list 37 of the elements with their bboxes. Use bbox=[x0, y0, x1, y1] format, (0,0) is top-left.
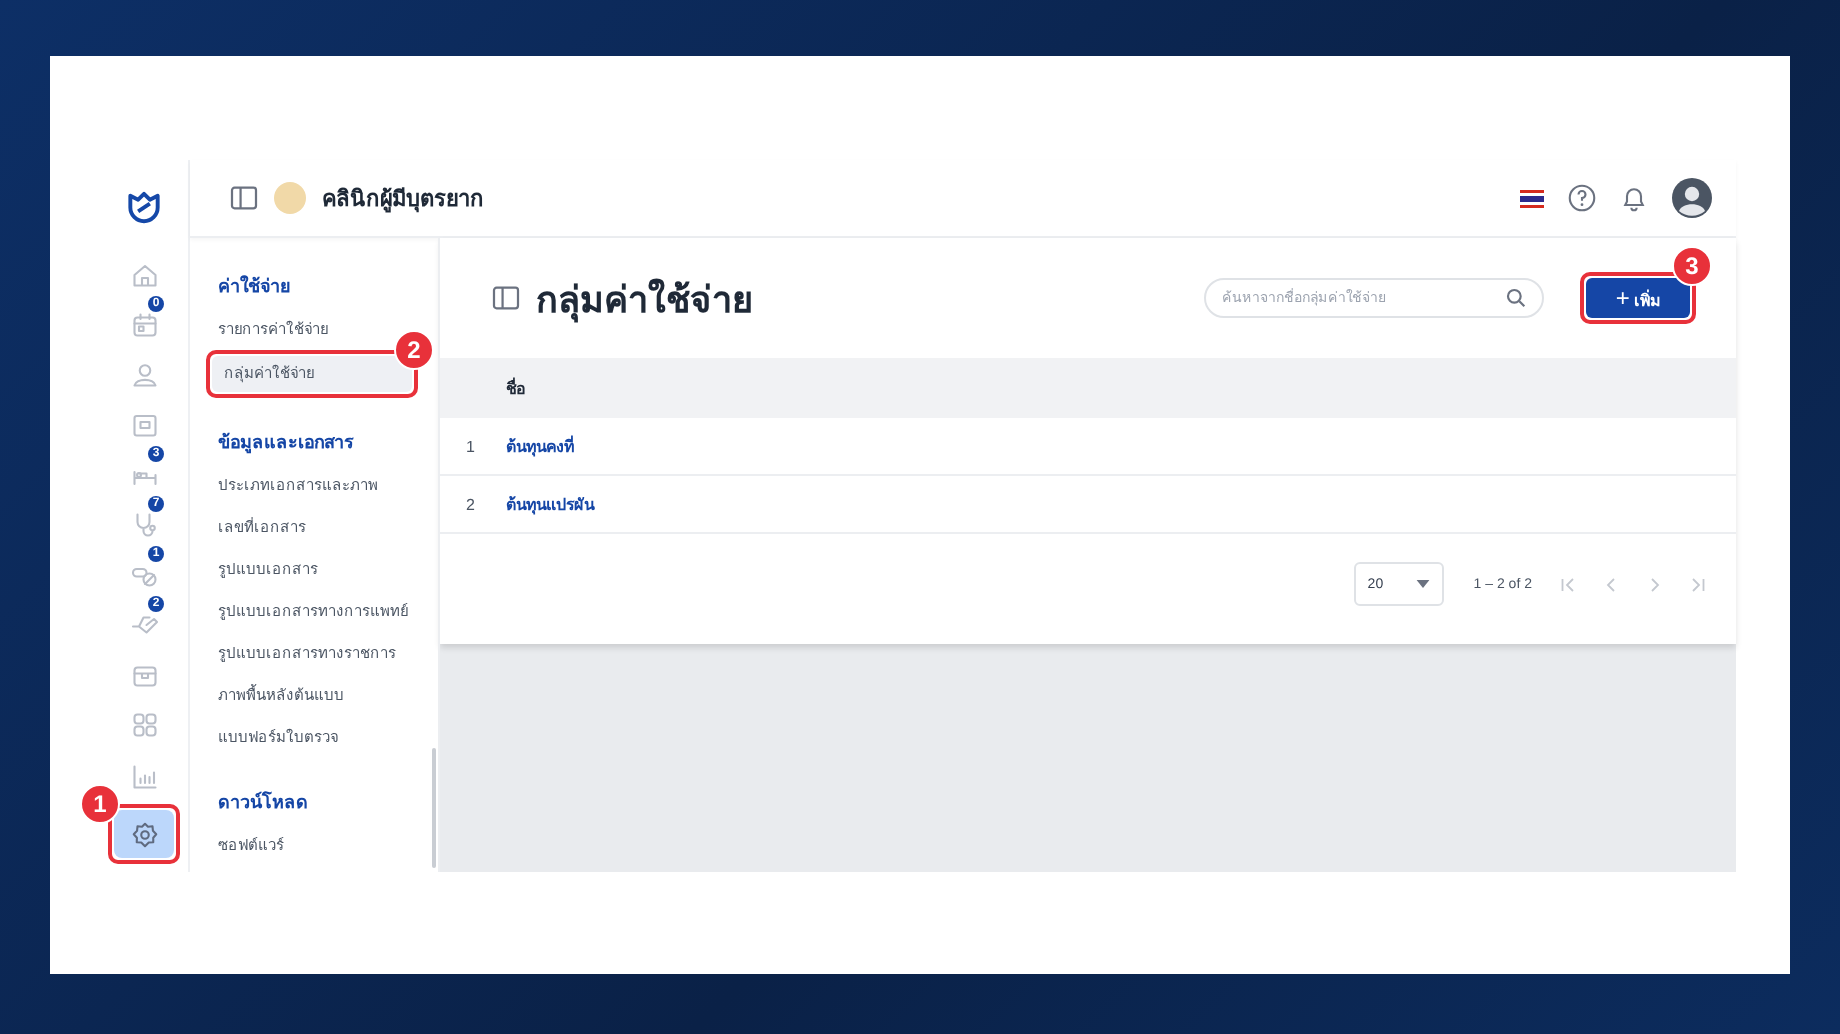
row-number: 1 bbox=[464, 437, 477, 455]
menu-section-title: ดาวน์โหลด bbox=[216, 789, 310, 816]
house-icon bbox=[129, 259, 159, 290]
thai-flag-icon[interactable] bbox=[1520, 189, 1544, 207]
first-page-icon[interactable] bbox=[1558, 575, 1576, 593]
person-icon bbox=[129, 359, 159, 390]
add-button[interactable]: + เพิ่ม bbox=[1586, 278, 1690, 318]
column-header: ชื่อ bbox=[506, 375, 526, 401]
bell-icon[interactable] bbox=[1620, 184, 1648, 212]
step-number-badge: 3 bbox=[1672, 246, 1712, 286]
avatar-icon[interactable] bbox=[1672, 178, 1712, 218]
box-icon bbox=[129, 660, 159, 691]
group-name-link[interactable]: ต้นทุนแปรผัน bbox=[506, 491, 594, 517]
clinic-logo bbox=[274, 182, 306, 214]
dropdown-caret-icon bbox=[1415, 580, 1430, 588]
step-number-badge: 2 bbox=[394, 330, 434, 370]
menu-section-title: ข้อมูลและเอกสาร bbox=[216, 430, 356, 458]
bar-chart-icon bbox=[129, 761, 159, 792]
panel-icon bbox=[492, 286, 520, 310]
previous-page-icon[interactable] bbox=[1602, 575, 1620, 593]
next-page-icon[interactable] bbox=[1646, 575, 1664, 593]
card-icon bbox=[129, 410, 159, 440]
help-icon[interactable] bbox=[1568, 184, 1596, 212]
tulip-logo-icon bbox=[124, 188, 164, 228]
page-title: กลุ่มค่าใช้จ่าย bbox=[536, 276, 754, 327]
step-number-badge: 1 bbox=[80, 784, 120, 825]
grid-icon bbox=[129, 710, 159, 741]
settings-icon bbox=[129, 819, 159, 850]
search-icon bbox=[1506, 288, 1526, 308]
menu-section-title: ค่าใช้จ่าย bbox=[216, 273, 292, 300]
group-name-link[interactable]: ต้นทุนคงที่ bbox=[506, 433, 574, 459]
sidebar-toggle-icon[interactable] bbox=[230, 186, 258, 210]
row-number: 2 bbox=[464, 495, 477, 513]
clinic-name: คลินิกผู้มีบุตรยาก bbox=[322, 185, 484, 216]
scrollbar[interactable] bbox=[432, 748, 436, 868]
calendar-icon bbox=[129, 309, 159, 340]
last-page-icon[interactable] bbox=[1690, 575, 1708, 593]
